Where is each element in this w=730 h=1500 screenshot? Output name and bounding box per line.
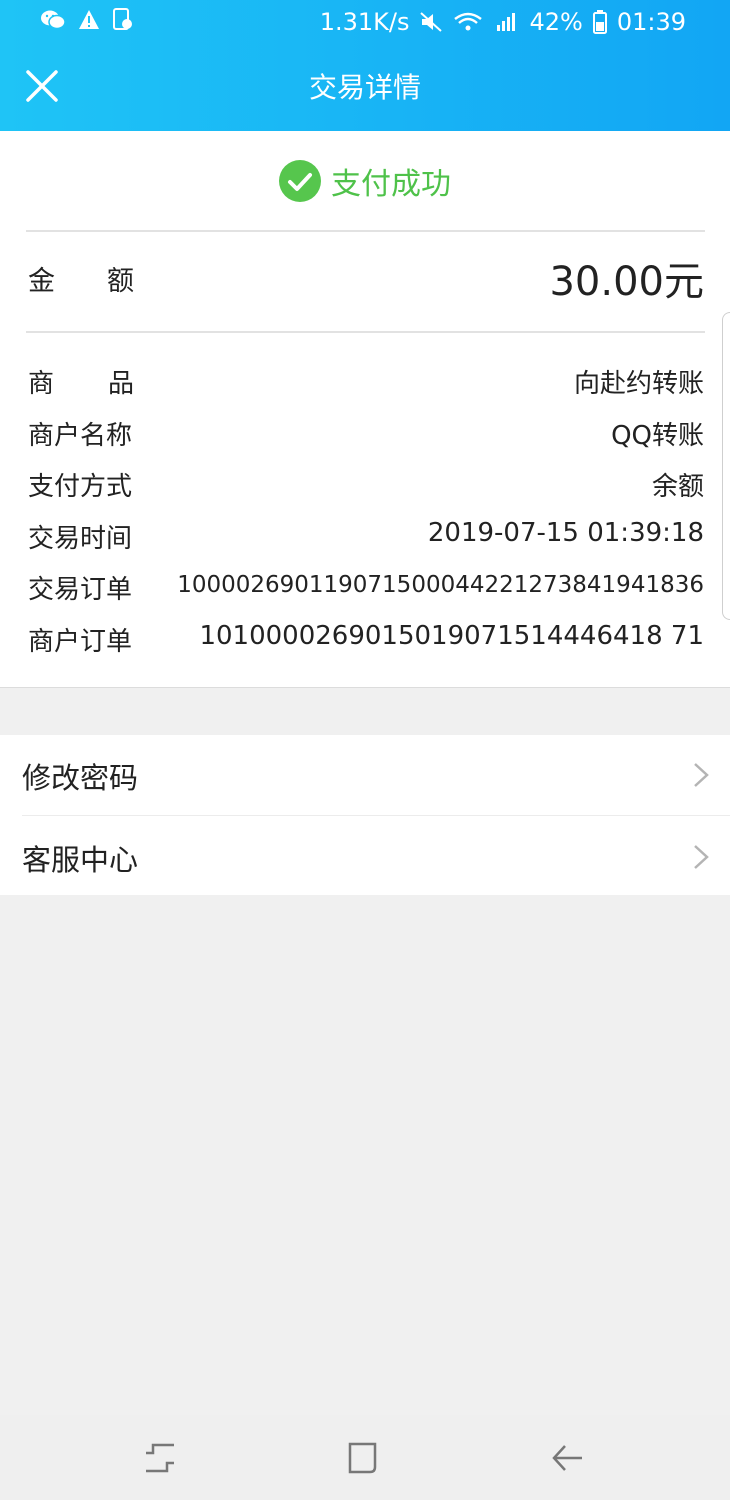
- payment-status: 支付成功: [0, 157, 730, 205]
- edge-panel-handle[interactable]: [722, 312, 730, 620]
- menu-item-label: 修改密码: [22, 761, 139, 795]
- divider: [26, 230, 705, 232]
- detail-label: 商户名称: [28, 421, 133, 451]
- detail-value: 2019-07-15 01:39:18: [427, 518, 704, 548]
- detail-row-payment-method: 支付方式 余额: [28, 466, 704, 506]
- amount-label-char: 金: [28, 266, 55, 297]
- menu-list: 修改密码 客服中心: [0, 735, 730, 895]
- detail-label: 支付方式: [28, 472, 133, 502]
- detail-row-transaction-order: 交易订单 10000269011907150004422127384194183…: [28, 569, 704, 609]
- signal-icon: [497, 13, 516, 31]
- status-text: 支付成功: [331, 167, 451, 202]
- amount-label-char: 额: [107, 266, 134, 297]
- detail-value: QQ转账: [611, 421, 704, 451]
- battery-percent: 42%: [529, 8, 583, 36]
- detail-value: 余额: [651, 472, 704, 502]
- warning-icon: [79, 10, 99, 29]
- divider: [26, 331, 705, 333]
- menu-item-label: 客服中心: [22, 843, 139, 877]
- detail-label: 交易订单: [28, 575, 133, 605]
- clock: 01:39: [616, 8, 686, 36]
- detail-row-merchant-name: 商户名称 QQ转账: [28, 415, 704, 455]
- detail-value: 100002690119071500044221273841941836: [177, 572, 704, 598]
- wifi-icon: [454, 12, 483, 31]
- amount-value: 30.00元: [549, 259, 704, 305]
- detail-row-product: 商 品 向赴约转账: [28, 363, 704, 403]
- detail-label-char: 商: [28, 369, 55, 399]
- transaction-card: 支付成功 金 额 30.00元 商 品 向赴约转账 商户名称 QQ转账 支付方式…: [0, 131, 730, 688]
- mute-icon: [420, 12, 443, 32]
- recent-apps-icon[interactable]: [143, 1441, 177, 1475]
- app-header: 1.31K/s 42% 01:39 交易详情: [0, 0, 730, 131]
- home-icon[interactable]: [347, 1441, 381, 1475]
- chevron-right-icon: [694, 845, 709, 869]
- detail-label-char: 品: [107, 369, 134, 399]
- network-speed: 1.31K/s: [319, 8, 410, 36]
- battery-icon: [592, 10, 607, 34]
- detail-value: 1010000269015019071514446418 71: [199, 621, 704, 651]
- menu-item-customer-service[interactable]: 客服中心: [0, 817, 730, 897]
- chevron-right-icon: [694, 763, 709, 787]
- menu-item-change-password[interactable]: 修改密码: [0, 735, 730, 816]
- check-circle-icon: [279, 160, 321, 202]
- system-nav-bar: [0, 1415, 730, 1500]
- detail-row-merchant-order: 商户订单 1010000269015019071514446418 71: [28, 621, 704, 661]
- menu-separator: [22, 815, 730, 816]
- page-title: 交易详情: [308, 71, 421, 104]
- status-bar: 1.31K/s 42% 01:39: [0, 0, 730, 44]
- detail-label: 商 品: [28, 363, 134, 400]
- detail-label: 交易时间: [28, 524, 133, 554]
- status-bar-left: [40, 8, 134, 32]
- detail-value: 向赴约转账: [573, 369, 704, 399]
- detail-label: 商户订单: [28, 627, 133, 657]
- wechat-icon: [41, 10, 66, 30]
- status-bar-right: 1.31K/s 42% 01:39: [320, 8, 686, 36]
- detail-row-transaction-time: 交易时间 2019-07-15 01:39:18: [28, 518, 704, 558]
- file-icon: [113, 8, 132, 30]
- amount-label: 金 额: [28, 259, 134, 298]
- back-icon[interactable]: [551, 1441, 585, 1475]
